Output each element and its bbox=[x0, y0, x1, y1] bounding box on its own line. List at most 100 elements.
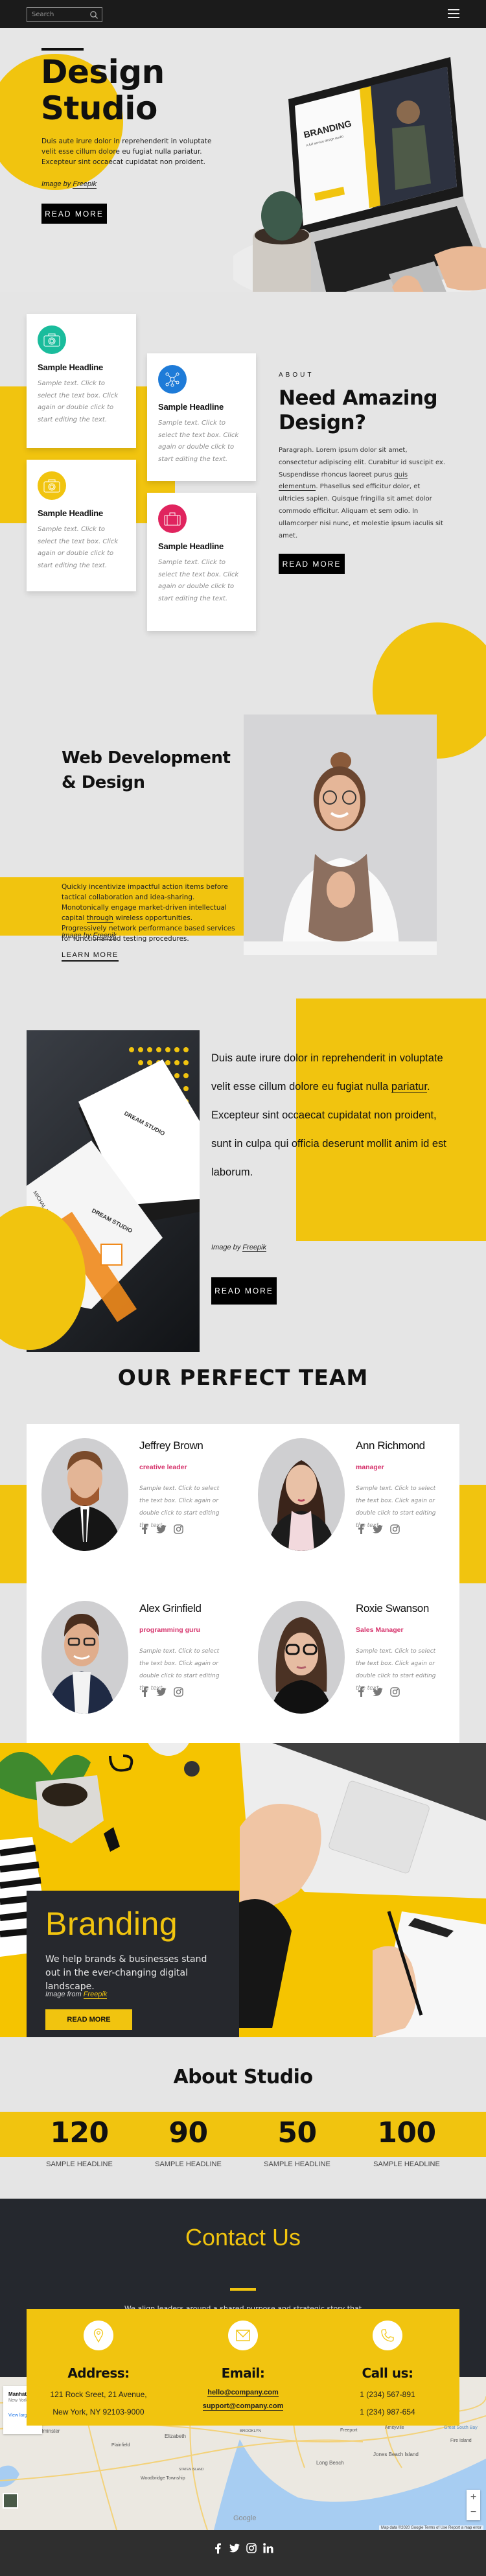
facebook-icon[interactable] bbox=[356, 1686, 366, 1697]
webdev-image-credit: Image by Freepik bbox=[62, 932, 117, 940]
service-title: Sample Headline bbox=[38, 508, 104, 518]
search-box[interactable] bbox=[27, 7, 102, 22]
stat-value: 100 bbox=[377, 2116, 436, 2149]
service-title: Sample Headline bbox=[158, 402, 224, 412]
freepik-link[interactable]: Freepik bbox=[242, 1244, 266, 1252]
email-link[interactable]: hello@company.com bbox=[207, 2389, 279, 2397]
member-socials bbox=[139, 1686, 183, 1697]
webdev-learn-more-link[interactable]: LEARN MORE bbox=[62, 951, 119, 962]
phone-number: 1 (234) 567-891 bbox=[360, 2390, 415, 2399]
instagram-icon[interactable] bbox=[389, 1686, 400, 1697]
footer-socials bbox=[0, 2542, 486, 2555]
search-input[interactable] bbox=[27, 8, 86, 21]
credit-prefix: Image by bbox=[62, 932, 93, 939]
team-member: Jeffrey Brown creative leader Sample tex… bbox=[27, 1424, 221, 1551]
twitter-icon[interactable] bbox=[156, 1686, 167, 1697]
hero-description: Duis aute irure dolor in reprehenderit i… bbox=[41, 137, 212, 166]
twitter-icon[interactable] bbox=[373, 1686, 383, 1697]
facebook-icon[interactable] bbox=[139, 1686, 150, 1697]
hero-title-line2: Studio bbox=[41, 89, 157, 127]
map-label: Jones Beach Island bbox=[373, 2452, 419, 2457]
hero-title: Design Studio bbox=[41, 54, 165, 126]
map-zoom-controls: + − bbox=[467, 2490, 480, 2520]
webdev-title-line1: Web Development bbox=[62, 748, 231, 768]
contact-address: Address: 121 Rock Sreet, 21 Avenue, New Y… bbox=[27, 2309, 170, 2421]
twitter-icon[interactable] bbox=[373, 1523, 383, 1535]
contact-email: Email: hello@company.com support@company.… bbox=[171, 2309, 315, 2413]
email-text: hello@company.com support@company.com bbox=[171, 2386, 315, 2413]
phone-number: 1 (234) 987-654 bbox=[360, 2407, 415, 2416]
twitter-icon[interactable] bbox=[156, 1523, 167, 1535]
team-panel: Jeffrey Brown creative leader Sample tex… bbox=[27, 1424, 459, 1750]
business-description: Duis aute irure dolor in reprehenderit i… bbox=[211, 1044, 457, 1187]
linkedin-icon[interactable] bbox=[263, 2542, 273, 2555]
freepik-link[interactable]: Freepik bbox=[83, 1991, 108, 1999]
freepik-link[interactable]: Freepik bbox=[73, 180, 97, 189]
about-label: ABOUT bbox=[279, 372, 314, 379]
avatar bbox=[41, 1601, 128, 1714]
google-logo: Google bbox=[233, 2514, 257, 2522]
instagram-icon[interactable] bbox=[173, 1523, 183, 1535]
map-label: Fire Island bbox=[450, 2439, 472, 2443]
network-icon bbox=[158, 365, 187, 394]
map-label: BROOKLYN bbox=[240, 2429, 261, 2433]
business-read-more-button[interactable]: READ MORE bbox=[211, 1277, 277, 1305]
twitter-icon[interactable] bbox=[229, 2542, 240, 2555]
member-role: creative leader bbox=[139, 1463, 187, 1471]
zoom-out-button[interactable]: − bbox=[467, 2505, 480, 2520]
team-member: Alex Grinfield programming guru Sample t… bbox=[27, 1587, 221, 1714]
member-name: Roxie Swanson bbox=[356, 1602, 429, 1614]
map-label: Amityville bbox=[385, 2426, 404, 2430]
contact-accent-line bbox=[230, 2288, 256, 2291]
stat-label: SAMPLE HEADLINE bbox=[373, 2160, 440, 2168]
facebook-icon[interactable] bbox=[356, 1523, 366, 1535]
text-segment: . Phasellus sed efficitur dolor, et ultr… bbox=[279, 483, 443, 539]
member-socials bbox=[356, 1686, 400, 1697]
avatar bbox=[258, 1601, 345, 1714]
satellite-toggle[interactable] bbox=[3, 2493, 18, 2509]
service-card: Sample Headline Sample text. Click to se… bbox=[147, 353, 256, 481]
about-title-line2: Design? bbox=[279, 411, 366, 434]
service-text: Sample text. Click to select the text bo… bbox=[38, 380, 119, 423]
service-text: Sample text. Click to select the text bo… bbox=[38, 526, 119, 569]
member-role: Sales Manager bbox=[356, 1626, 404, 1634]
contact-phone: Call us: 1 (234) 567-891 1 (234) 987-654 bbox=[316, 2309, 459, 2421]
webdev-title: Web Development & Design bbox=[62, 746, 231, 795]
stat-value: 50 bbox=[277, 2116, 317, 2149]
service-card: Sample Headline Sample text. Click to se… bbox=[27, 460, 136, 591]
envelope-icon bbox=[228, 2321, 258, 2350]
instagram-icon[interactable] bbox=[389, 1523, 400, 1535]
pariatur-link[interactable]: pariatur bbox=[391, 1081, 427, 1093]
map-label: Plainfield bbox=[111, 2443, 130, 2448]
branding-read-more-button[interactable]: READ MORE bbox=[45, 2009, 132, 2030]
avatar bbox=[41, 1438, 128, 1551]
text-segment: Paragraph. Lorem ipsum dolor sit amet, c… bbox=[279, 447, 446, 479]
email-link[interactable]: support@company.com bbox=[202, 2402, 284, 2411]
stat-label: SAMPLE HEADLINE bbox=[264, 2160, 330, 2168]
instagram-icon[interactable] bbox=[246, 2542, 257, 2555]
freepik-link[interactable]: Freepik bbox=[93, 932, 117, 940]
hamburger-menu-icon[interactable] bbox=[448, 9, 459, 18]
member-name: Alex Grinfield bbox=[139, 1602, 202, 1614]
member-name: Jeffrey Brown bbox=[139, 1439, 203, 1452]
through-link[interactable]: through bbox=[86, 914, 113, 923]
about-read-more-button[interactable]: READ MORE bbox=[279, 554, 345, 574]
stat-value: 90 bbox=[168, 2116, 208, 2149]
credit-prefix: Image by bbox=[211, 1244, 243, 1251]
facebook-icon[interactable] bbox=[139, 1523, 150, 1535]
zoom-in-button[interactable]: + bbox=[467, 2490, 480, 2505]
service-text: Sample text. Click to select the text bo… bbox=[158, 419, 239, 463]
search-icon[interactable] bbox=[89, 10, 98, 19]
stat-item: 50 SAMPLE HEADLINE bbox=[240, 2114, 354, 2168]
stat-label: SAMPLE HEADLINE bbox=[46, 2160, 113, 2168]
address-text: 121 Rock Sreet, 21 Avenue, New York, NY 9… bbox=[27, 2386, 170, 2421]
instagram-icon[interactable] bbox=[173, 1686, 183, 1697]
phone-heading: Call us: bbox=[362, 2365, 414, 2381]
address-line: New York, NY 92103-9000 bbox=[52, 2407, 145, 2416]
email-heading: Email: bbox=[221, 2365, 265, 2381]
hero-read-more-button[interactable]: READ MORE bbox=[41, 204, 107, 224]
team-title: OUR PERFECT TEAM bbox=[117, 1365, 369, 1390]
decorative-band bbox=[0, 1485, 27, 1583]
credit-prefix: Image from bbox=[45, 1991, 84, 1998]
facebook-icon[interactable] bbox=[213, 2542, 223, 2555]
